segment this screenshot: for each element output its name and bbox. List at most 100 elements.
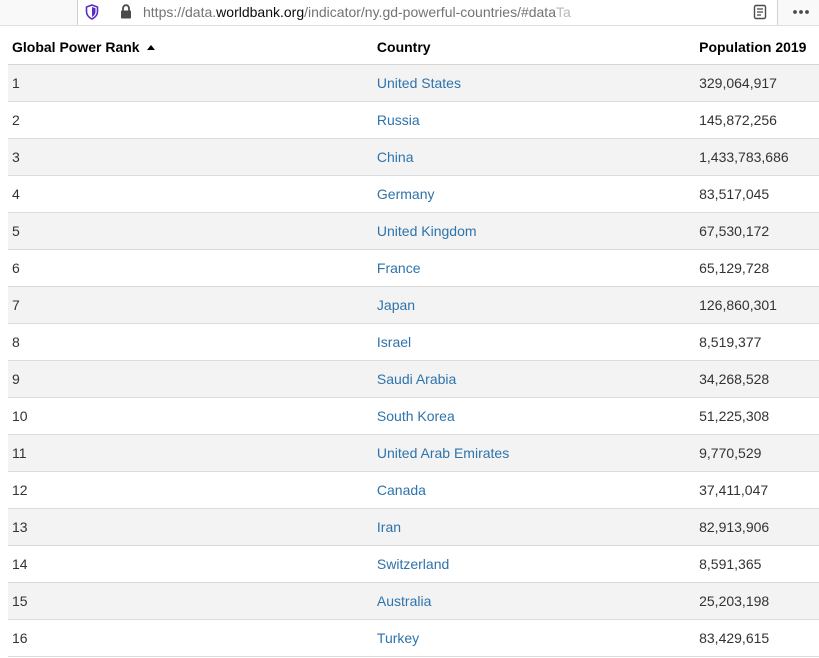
sort-ascending-icon (146, 44, 155, 50)
url-domain: worldbank.org (216, 4, 305, 20)
country-cell: Turkey (376, 619, 700, 657)
table-row: 9 Saudi Arabia 34,268,528 (8, 360, 819, 398)
country-link[interactable]: United Arab Emirates (377, 445, 509, 461)
population-cell: 83,429,615 (699, 619, 819, 657)
country-cell: Switzerland (376, 545, 700, 583)
country-link[interactable]: South Korea (377, 408, 455, 424)
country-link[interactable]: Germany (377, 186, 435, 202)
country-cell: South Korea (376, 397, 700, 435)
rank-cell: 1 (8, 64, 377, 102)
population-cell: 51,225,308 (699, 397, 819, 435)
rank-cell: 16 (8, 619, 377, 657)
country-cell: Russia (376, 101, 700, 139)
rank-cell: 10 (8, 397, 377, 435)
population-cell: 8,591,365 (699, 545, 819, 583)
rank-cell: 3 (8, 138, 377, 176)
country-link[interactable]: Japan (377, 297, 415, 313)
country-cell: France (376, 249, 700, 287)
population-cell: 1,433,783,686 (699, 138, 819, 176)
population-cell: 82,913,906 (699, 508, 819, 546)
url-text[interactable]: https://data.worldbank.org/indicator/ny.… (143, 4, 575, 21)
column-header-population[interactable]: Population 2019 (699, 29, 819, 65)
country-cell: Canada (376, 471, 700, 509)
rank-cell: 12 (8, 471, 377, 509)
column-header-population-label: Population 2019 (699, 38, 807, 55)
rank-cell: 14 (8, 545, 377, 583)
table-row: 7 Japan 126,860,301 (8, 286, 819, 324)
table-row: 3 China 1,433,783,686 (8, 138, 819, 176)
table-row: 13 Iran 82,913,906 (8, 508, 819, 546)
population-cell: 329,064,917 (699, 64, 819, 102)
rank-cell: 4 (8, 175, 377, 213)
column-header-rank-label: Global Power Rank (12, 38, 140, 55)
country-cell: Israel (376, 323, 700, 361)
country-link[interactable]: Iran (377, 519, 401, 535)
table-body: 1 United States 329,064,917 2 Russia 145,872,… (8, 64, 819, 657)
rank-cell: 6 (8, 249, 377, 287)
country-cell: United Arab Emirates (376, 434, 700, 472)
population-cell: 145,872,256 (699, 101, 819, 139)
table-row: 11 United Arab Emirates 9,770,529 (8, 434, 819, 472)
country-cell: China (376, 138, 700, 176)
population-cell: 8,519,377 (699, 323, 819, 361)
rank-cell: 8 (8, 323, 377, 361)
country-cell: Germany (376, 175, 700, 213)
country-link[interactable]: France (377, 260, 421, 276)
table-row: 4 Germany 83,517,045 (8, 175, 819, 213)
rank-cell: 15 (8, 582, 377, 620)
table-row: 15 Australia 25,203,198 (8, 582, 819, 620)
table-row: 16 Turkey 83,429,615 (8, 619, 819, 657)
column-header-country-label: Country (376, 38, 431, 55)
rank-cell: 5 (8, 212, 377, 250)
url-path: /indicator/ny.gd-powerful-countries/#dat… (304, 4, 556, 20)
country-link[interactable]: Switzerland (377, 556, 449, 572)
population-cell: 83,517,045 (699, 175, 819, 213)
population-cell: 9,770,529 (699, 434, 819, 472)
country-link[interactable]: China (377, 149, 414, 165)
table-row: 14 Switzerland 8,591,365 (8, 545, 819, 583)
country-cell: Australia (376, 582, 700, 620)
browser-address-bar: https://data.worldbank.org/indicator/ny.… (0, 0, 819, 26)
power-rank-table: Global Power Rank Country Population 201… (8, 29, 819, 657)
country-link[interactable]: Turkey (377, 630, 419, 646)
rank-cell: 11 (8, 434, 377, 472)
country-link[interactable]: Russia (377, 112, 420, 128)
table-row: 12 Canada 37,411,047 (8, 471, 819, 509)
column-header-country[interactable]: Country (376, 29, 700, 65)
rank-cell: 13 (8, 508, 377, 546)
reader-view-icon[interactable] (752, 4, 768, 20)
population-cell: 37,411,047 (699, 471, 819, 509)
country-link[interactable]: United States (377, 75, 461, 91)
population-cell: 65,129,728 (699, 249, 819, 287)
shield-icon[interactable] (85, 4, 99, 20)
column-header-rank[interactable]: Global Power Rank (8, 29, 377, 65)
more-icon[interactable] (791, 4, 811, 20)
country-link[interactable]: United Kingdom (377, 223, 477, 239)
country-link[interactable]: Saudi Arabia (377, 371, 456, 387)
url-fade: Ta (556, 4, 571, 20)
table-row: 2 Russia 145,872,256 (8, 101, 819, 139)
address-bar-divider (777, 0, 778, 25)
country-cell: Iran (376, 508, 700, 546)
rank-cell: 7 (8, 286, 377, 324)
table-header-row: Global Power Rank Country Population 201… (8, 29, 819, 65)
population-cell: 25,203,198 (699, 582, 819, 620)
country-cell: Saudi Arabia (376, 360, 700, 398)
rank-cell: 9 (8, 360, 377, 398)
country-cell: Japan (376, 286, 700, 324)
table-row: 6 France 65,129,728 (8, 249, 819, 287)
population-cell: 67,530,172 (699, 212, 819, 250)
country-link[interactable]: Israel (377, 334, 411, 350)
lock-icon[interactable] (120, 4, 132, 19)
country-link[interactable]: Canada (377, 482, 426, 498)
table-row: 1 United States 329,064,917 (8, 64, 819, 102)
table-row: 8 Israel 8,519,377 (8, 323, 819, 361)
rank-cell: 2 (8, 101, 377, 139)
country-cell: United Kingdom (376, 212, 700, 250)
url-prefix: https://data. (143, 4, 217, 20)
population-cell: 34,268,528 (699, 360, 819, 398)
country-link[interactable]: Australia (377, 593, 431, 609)
country-cell: United States (376, 64, 700, 102)
table-row: 10 South Korea 51,225,308 (8, 397, 819, 435)
table-row: 5 United Kingdom 67,530,172 (8, 212, 819, 250)
